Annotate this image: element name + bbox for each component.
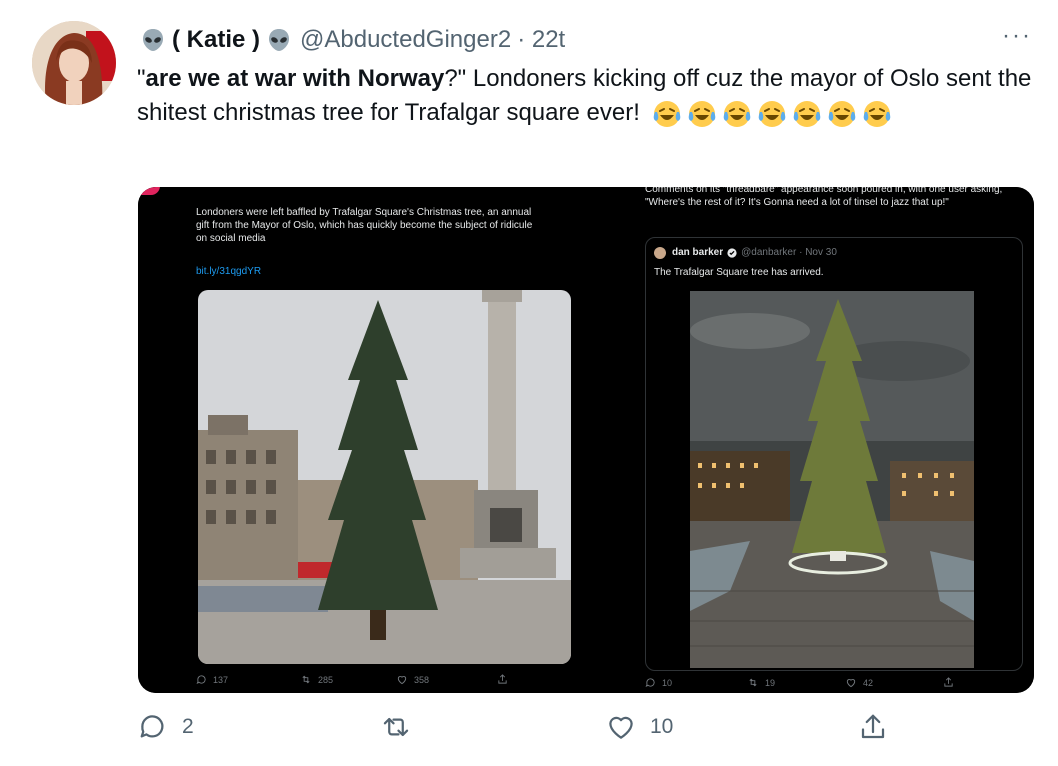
right-reply-stat: 10	[645, 677, 672, 688]
right-caption: Comments on its "threadbare" appearance …	[645, 187, 1003, 208]
left-retweet-count: 285	[318, 674, 334, 685]
user-handle[interactable]: @AbductedGinger2	[300, 23, 511, 57]
logo-badge	[138, 187, 160, 195]
laughing-crying-icon	[758, 100, 785, 127]
left-reply-stat: 137	[196, 674, 228, 685]
like-icon	[397, 675, 407, 685]
quote-open: "	[137, 65, 146, 92]
left-link[interactable]: bit.ly/31qgdYR	[196, 265, 261, 278]
avatar[interactable]	[32, 21, 116, 105]
laughing-crying-icon	[653, 100, 680, 127]
retweet-button[interactable]	[380, 712, 412, 742]
media-grid[interactable]: Londoners were left baffled by Trafalgar…	[138, 187, 1034, 693]
right-reply-count: 10	[662, 677, 673, 688]
quote-close: ?"	[444, 65, 467, 92]
alien-icon	[143, 29, 163, 51]
left-like-count: 358	[414, 674, 430, 685]
quoted-avatar	[654, 247, 666, 259]
share-button[interactable]	[858, 712, 888, 742]
more-options-icon[interactable]: ···	[1002, 24, 1036, 52]
laughing-crying-icon	[723, 100, 750, 127]
share-icon	[944, 677, 953, 687]
left-retweet-stat: 285	[300, 674, 333, 685]
tweet[interactable]: ( Katie ) @AbductedGinger2 · 22t ··· "ar…	[0, 0, 1058, 766]
quoted-handle: @danbarker · Nov 30	[741, 247, 837, 258]
quoted-name: dan barker	[672, 247, 724, 258]
like-icon	[846, 678, 856, 688]
quoted-tweet[interactable]: dan barker @danbarker · Nov 30 The Trafa…	[645, 237, 1023, 671]
laughing-crying-icon	[793, 100, 820, 127]
reply-icon	[140, 715, 164, 738]
right-like-count: 42	[863, 677, 874, 688]
media-image-left[interactable]: Londoners were left baffled by Trafalgar…	[138, 187, 585, 693]
like-button[interactable]: 10	[606, 712, 673, 742]
reply-icon	[196, 675, 206, 685]
heart-icon	[609, 716, 633, 739]
right-retweet-stat: 19	[747, 677, 775, 688]
trafalgar-day-photo	[198, 290, 571, 664]
tweet-text-bold: are we at war with Norway	[145, 65, 445, 92]
display-name[interactable]: ( Katie )	[172, 23, 260, 57]
reply-icon	[645, 678, 655, 688]
reply-button[interactable]: 2	[138, 712, 194, 742]
retweet-icon	[749, 678, 757, 687]
tweet-text: "are we at war with Norway?" Londoners k…	[137, 62, 1042, 130]
verified-icon	[727, 248, 737, 258]
laughing-crying-icon	[828, 100, 855, 127]
trafalgar-night-photo	[690, 291, 974, 668]
alien-icon	[269, 29, 290, 51]
right-retweet-count: 19	[765, 677, 776, 688]
like-count: 10	[650, 715, 674, 738]
retweet-icon	[383, 717, 409, 737]
media-image-right[interactable]: Comments on its "threadbare" appearance …	[587, 187, 1034, 693]
tweet-header: ( Katie ) @AbductedGinger2 · 22t	[140, 23, 565, 57]
retweet-icon	[302, 675, 310, 684]
quoted-text: The Trafalgar Square tree has arrived.	[654, 267, 824, 278]
quoted-header: dan barker @danbarker · Nov 30	[672, 246, 837, 260]
right-like-stat: 42	[845, 677, 873, 688]
left-like-stat: 358	[396, 674, 429, 685]
share-icon	[498, 674, 507, 684]
share-icon	[861, 714, 885, 739]
left-caption: Londoners were left baffled by Trafalgar…	[196, 207, 533, 244]
avatar-image	[32, 21, 116, 105]
laughing-crying-icon	[863, 100, 890, 127]
reply-count: 2	[182, 715, 194, 738]
tweet-time[interactable]: · 22t	[517, 23, 565, 57]
left-reply-count: 137	[213, 674, 229, 685]
action-bar: 2 10	[0, 712, 1058, 758]
laughing-crying-icon	[688, 100, 715, 127]
